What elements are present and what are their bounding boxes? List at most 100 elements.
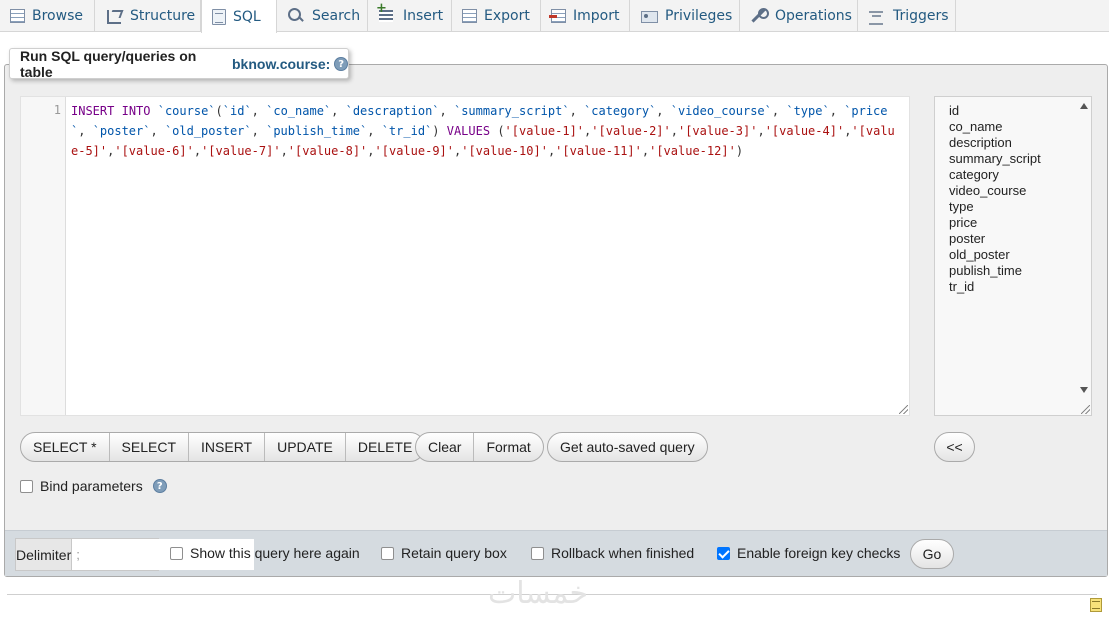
sql-column-identifier: `summary_script` [453, 104, 570, 118]
tab-label: Triggers [893, 8, 949, 24]
sql-string-value: '[value-10]' [461, 144, 548, 158]
sql-string-value: '[value-12]' [649, 144, 736, 158]
scroll-up-icon[interactable] [1080, 103, 1088, 109]
panel-legend: Run SQL query/queries on table bknow.cou… [9, 48, 349, 80]
tab-label: Operations [775, 8, 852, 24]
column-list-item[interactable]: tr_id [949, 279, 1091, 295]
scroll-down-icon[interactable] [1080, 387, 1088, 393]
retain-query-box-label: Retain query box [401, 545, 507, 561]
go-button[interactable]: Go [910, 539, 954, 569]
editor-action-buttons: Clear Format [415, 432, 544, 462]
triggers-icon [868, 7, 886, 25]
retain-query-box-option: Retain query box [381, 545, 507, 561]
foreign-key-checks-label: Enable foreign key checks [737, 545, 901, 561]
tab-label: Insert [403, 8, 444, 24]
update-button[interactable]: UPDATE [265, 433, 346, 461]
sql-column-identifier: `id` [222, 104, 252, 118]
tab-privileges[interactable]: Privileges [630, 0, 740, 32]
insert-button[interactable]: INSERT [189, 433, 266, 461]
privileges-icon [640, 7, 658, 25]
column-list-item[interactable]: summary_script [949, 151, 1091, 167]
resize-grip-icon[interactable] [899, 405, 908, 414]
tab-import[interactable]: Import [541, 0, 630, 32]
tab-label: Search [312, 8, 361, 24]
tab-export[interactable]: Export [452, 0, 541, 32]
sql-column-identifier: `old_poster` [164, 124, 252, 138]
resize-grip-icon[interactable] [1081, 405, 1090, 414]
autosaved-group: Get auto-saved query [547, 432, 708, 462]
tab-sql[interactable]: SQL [201, 0, 277, 33]
sql-string-value: '[value-6]' [114, 144, 194, 158]
sql-column-identifier: `type` [786, 104, 830, 118]
sql-icon [212, 8, 226, 25]
line-number-gutter: 1 [21, 97, 66, 415]
sql-query-text[interactable]: INSERT INTO `course`(`id`, `co_name`, `d… [71, 101, 901, 161]
sql-string-value: '[value-3]' [677, 124, 758, 138]
column-list-item[interactable]: video_course [949, 183, 1091, 199]
column-list-item[interactable]: category [949, 167, 1091, 183]
search-icon [287, 7, 305, 25]
help-icon[interactable]: ? [152, 479, 167, 493]
insert-column-button[interactable]: << [934, 432, 975, 462]
query-template-buttons: SELECT * SELECT INSERT UPDATE DELETE [20, 432, 426, 462]
sql-column-identifier: `category` [584, 104, 657, 118]
sql-table-identifier: `course` [157, 104, 216, 118]
sql-string-value: '[value-8]' [287, 144, 368, 158]
rollback-checkbox[interactable] [531, 546, 544, 560]
rollback-option: Rollback when finished [531, 545, 694, 561]
show-query-checkbox[interactable] [170, 546, 183, 560]
bind-parameters-label: Bind parameters [40, 478, 143, 494]
tab-insert[interactable]: Insert [368, 0, 452, 32]
tab-search[interactable]: Search [277, 0, 368, 32]
operations-icon [750, 7, 769, 25]
select-button[interactable]: SELECT [110, 433, 190, 461]
line-number: 1 [53, 103, 61, 117]
sql-column-identifier: `co_name` [266, 104, 332, 118]
tab-label: SQL [233, 8, 261, 25]
column-list-item[interactable]: poster [949, 231, 1091, 247]
bind-parameters-checkbox[interactable] [20, 479, 33, 493]
bind-parameters-option: Bind parameters ? [20, 478, 167, 494]
column-list-item[interactable]: type [949, 199, 1091, 215]
browse-icon [10, 9, 25, 23]
tab-label: Import [573, 8, 620, 24]
sql-column-identifier: `poster` [92, 124, 151, 138]
sql-keyword: VALUES [446, 124, 491, 138]
tab-operations[interactable]: Operations [740, 0, 858, 32]
retain-query-box-checkbox[interactable] [381, 546, 394, 560]
tab-browse[interactable]: Browse [0, 0, 95, 32]
get-autosaved-query-button[interactable]: Get auto-saved query [548, 433, 707, 461]
delete-button[interactable]: DELETE [346, 433, 424, 461]
select-star-button[interactable]: SELECT * [21, 433, 110, 461]
legend-table-name: bknow.course: [232, 55, 331, 72]
column-list[interactable]: id co_name description summary_script catego… [934, 96, 1092, 416]
column-list-item[interactable]: publish_time [949, 263, 1091, 279]
structure-icon [105, 7, 123, 25]
tab-structure[interactable]: Structure [95, 0, 201, 32]
tab-triggers[interactable]: Triggers [858, 0, 956, 32]
show-query-option: Show this query here again [170, 545, 360, 561]
tab-label: Browse [32, 8, 83, 24]
tab-label: Privileges [665, 8, 733, 24]
column-list-item[interactable]: price [949, 215, 1091, 231]
sql-column-identifier: `video_course` [670, 104, 772, 118]
column-list-item[interactable]: description [949, 135, 1091, 151]
foreign-key-checks-checkbox[interactable] [717, 546, 730, 560]
format-button[interactable]: Format [474, 433, 542, 461]
sql-keyword: INSERT [71, 104, 115, 118]
delimiter-label: Delimiter [16, 539, 73, 570]
clear-button[interactable]: Clear [416, 433, 475, 461]
sql-editor[interactable]: 1 INSERT INTO `course`(`id`, `co_name`, … [20, 96, 910, 416]
tab-bar: Browse Structure SQL Search Insert Expor… [0, 0, 1109, 33]
tab-label: Export [484, 8, 530, 24]
note-icon[interactable] [1090, 598, 1102, 612]
sql-column-identifier: `descraption` [345, 104, 440, 118]
sql-string-value: '[value-9]' [374, 144, 454, 158]
column-list-item[interactable]: id [949, 103, 1091, 119]
sql-string-value: '[value-1]' [504, 124, 585, 138]
watermark-logo: خمسات [488, 576, 589, 611]
help-icon[interactable]: ? [334, 56, 348, 71]
column-list-item[interactable]: co_name [949, 119, 1091, 135]
column-list-item[interactable]: old_poster [949, 247, 1091, 263]
sql-string-value: '[value-11]' [555, 144, 642, 158]
